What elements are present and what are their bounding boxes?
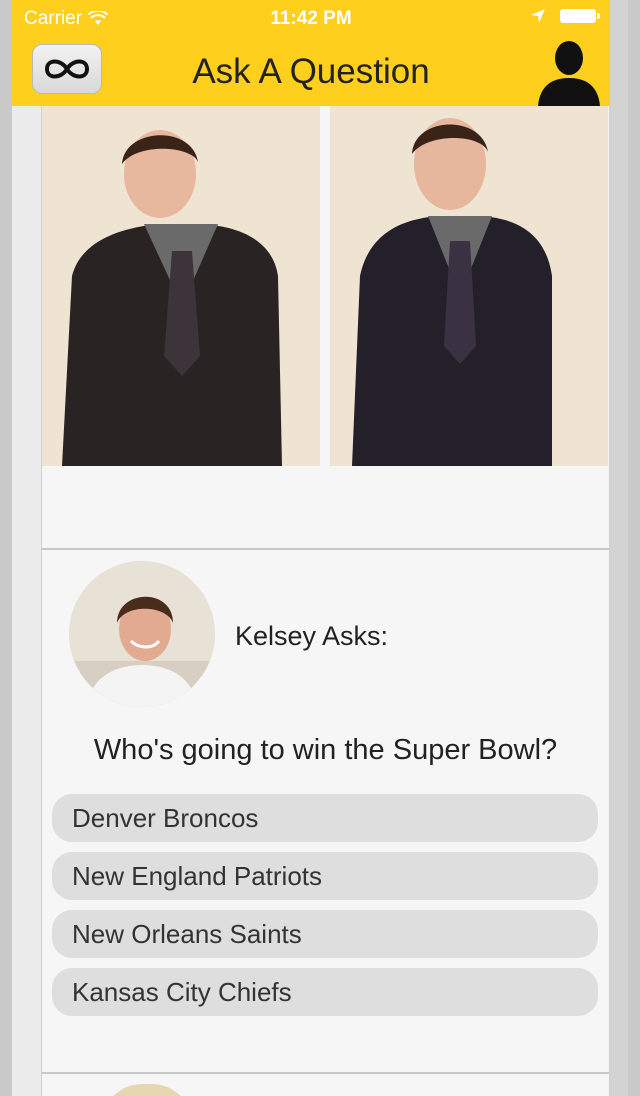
page-title: Ask A Question <box>192 52 430 91</box>
asker-photo <box>69 561 215 707</box>
photo-option-2[interactable] <box>330 106 608 466</box>
app-screen: Carrier 11:42 PM Ask A Question Kelsey A… <box>12 0 610 1096</box>
clock: 11:42 PM <box>270 8 352 29</box>
location-arrow-icon <box>531 9 545 23</box>
profile-icon <box>538 41 600 106</box>
question-card: Kelsey Asks: Who's going to win the Supe… <box>41 106 610 1096</box>
battery-icon <box>560 9 600 23</box>
nav-bar: Carrier 11:42 PM Ask A Question <box>12 0 610 106</box>
person-photo <box>330 106 608 466</box>
answer-list: Denver Broncos New England Patriots New … <box>52 794 598 1026</box>
status-right <box>530 8 600 24</box>
asker-label: Kelsey Asks: <box>235 621 389 651</box>
person-photo <box>42 106 320 466</box>
next-card-avatar <box>102 1084 192 1096</box>
section-divider <box>42 548 609 550</box>
photo-option-1[interactable] <box>42 106 320 466</box>
device-frame-left <box>0 0 12 1096</box>
card-divider <box>42 1072 609 1074</box>
answer-option[interactable]: New Orleans Saints <box>52 910 598 958</box>
answer-option[interactable]: New England Patriots <box>52 852 598 900</box>
question-text: Who's going to win the Super Bowl? <box>93 734 558 766</box>
photo-row <box>42 106 609 468</box>
status-bar: Carrier 11:42 PM <box>12 0 610 38</box>
answer-option[interactable]: Kansas City Chiefs <box>52 968 598 1016</box>
profile-button[interactable] <box>534 36 604 106</box>
answer-option[interactable]: Denver Broncos <box>52 794 598 842</box>
asker-avatar[interactable] <box>69 561 215 707</box>
device-frame-right <box>628 0 640 1096</box>
